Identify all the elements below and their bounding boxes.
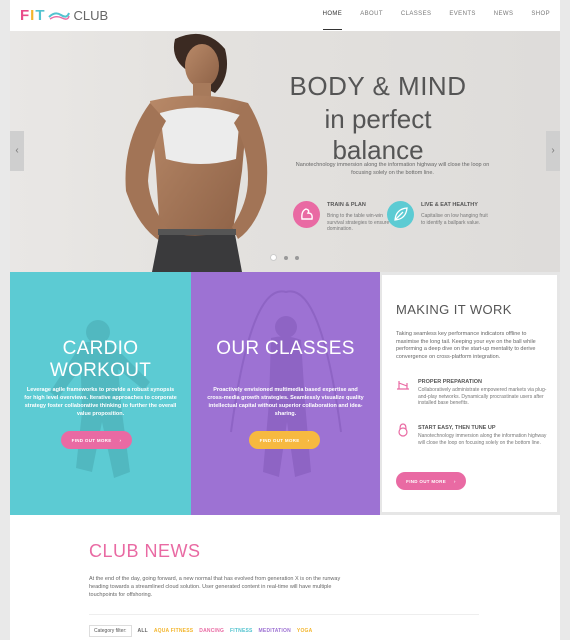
work-item-text: Collaboratively administrate empowered m… <box>418 387 547 406</box>
dumbbell-icon <box>397 381 409 390</box>
leaf-icon <box>387 201 414 228</box>
hero-lead: Nanotechnology immersion along the infor… <box>295 162 490 176</box>
nav-about[interactable]: ABOUT <box>360 0 383 30</box>
button-label: FIND OUT MORE <box>406 478 447 484</box>
feature-text: Capitalise on low hanging fruit to ident… <box>421 213 488 226</box>
filter-fitness[interactable]: FITNESS <box>230 628 253 634</box>
muscle-icon <box>293 201 320 228</box>
classes-find-out-more-button[interactable]: FIND OUT MORE › <box>249 431 320 449</box>
work-item-title: START EASY, THEN TUNE UP <box>418 425 496 431</box>
main-nav: HOME ABOUT CLASSES EVENTS NEWS SHOP <box>305 0 550 30</box>
cardio-title: CARDIO WORKOUT <box>49 338 152 381</box>
club-news-title: CLUB NEWS <box>89 541 201 561</box>
slider-dot-2[interactable] <box>284 255 288 260</box>
site-header: FIT CLUB HOME ABOUT CLASSES EVENTS NEWS … <box>10 0 560 30</box>
filter-yoga[interactable]: YOGA <box>297 628 313 634</box>
filter-aqua-fitness[interactable]: AQUA FITNESS <box>154 628 193 634</box>
chevron-right-icon: › <box>307 437 310 443</box>
club-news-section: CLUB NEWS At the end of the day, going f… <box>10 515 560 640</box>
cardio-find-out-more-button[interactable]: FIND OUT MORE › <box>61 431 132 449</box>
page: FIT CLUB HOME ABOUT CLASSES EVENTS NEWS … <box>10 0 560 640</box>
filter-dancing[interactable]: DANCING <box>199 628 224 634</box>
slider-prev-button[interactable]: ‹ <box>10 131 24 171</box>
nav-shop[interactable]: SHOP <box>531 0 550 30</box>
filter-meditation[interactable]: MEDITATION <box>259 628 291 634</box>
kettlebell-icon <box>398 423 408 437</box>
category-filter: Category filter: ALL AQUA FITNESS DANCIN… <box>89 625 312 637</box>
hero-subtitle: in perfect balance <box>324 104 432 165</box>
cardio-panel: CARDIO WORKOUT Leverage agile frameworks… <box>10 272 191 515</box>
button-label: FIND OUT MORE <box>71 437 112 443</box>
feature-live-eat: LIVE & EAT HEALTHY Capitalise on low han… <box>387 201 497 233</box>
slider-dot-3[interactable] <box>295 255 299 260</box>
work-item-text: Nanotechnology immersion along the infor… <box>418 433 547 446</box>
nav-home[interactable]: HOME <box>322 0 343 30</box>
divider <box>89 614 479 615</box>
feature-title: LIVE & EAT HEALTHY <box>421 202 478 208</box>
work-item-title: PROPER PREPARATION <box>418 379 482 385</box>
classes-text: Proactively envisioned multimedia based … <box>207 387 364 417</box>
making-it-work-title: MAKING IT WORK <box>396 302 512 317</box>
nav-classes[interactable]: CLASSES <box>401 0 431 30</box>
making-it-work-text: Taking seamless key performance indicato… <box>396 331 536 360</box>
slider-next-button[interactable]: › <box>546 131 560 171</box>
logo[interactable]: FIT CLUB <box>20 6 108 24</box>
logo-fit-text: FIT <box>20 6 46 24</box>
chevron-right-icon: › <box>454 478 456 484</box>
cardio-text: Leverage agile frameworks to provide a r… <box>24 387 177 417</box>
work-item-preparation: PROPER PREPARATION Collaboratively admin… <box>396 377 556 413</box>
hero-slider: BODY & MIND in perfect balance Nanotechn… <box>10 31 560 272</box>
slider-pagination <box>270 254 299 261</box>
making-it-work-panel: MAKING IT WORK Taking seamless key perfo… <box>380 272 560 515</box>
feature-title: TRAIN & PLAN <box>327 202 366 208</box>
logo-club-text: CLUB <box>73 7 109 23</box>
classes-panel: OUR CLASSES Proactively envisioned multi… <box>191 272 380 515</box>
nav-events[interactable]: EVENTS <box>449 0 475 30</box>
slider-dot-1[interactable] <box>270 254 277 261</box>
filter-all[interactable]: ALL <box>138 628 148 634</box>
club-news-text: At the end of the day, going forward, a … <box>89 576 341 598</box>
swoosh-icon <box>47 12 70 20</box>
classes-title: OUR CLASSES <box>216 338 355 359</box>
work-find-out-more-button[interactable]: FIND OUT MORE › <box>396 472 466 490</box>
nav-news[interactable]: NEWS <box>494 0 514 30</box>
category-filter-label: Category filter: <box>89 625 132 637</box>
chevron-right-icon: › <box>119 437 122 443</box>
work-item-start-easy: START EASY, THEN TUNE UP Nanotechnology … <box>396 423 556 459</box>
hero-title: BODY & MIND <box>289 71 467 101</box>
button-label: FIND OUT MORE <box>259 437 300 443</box>
